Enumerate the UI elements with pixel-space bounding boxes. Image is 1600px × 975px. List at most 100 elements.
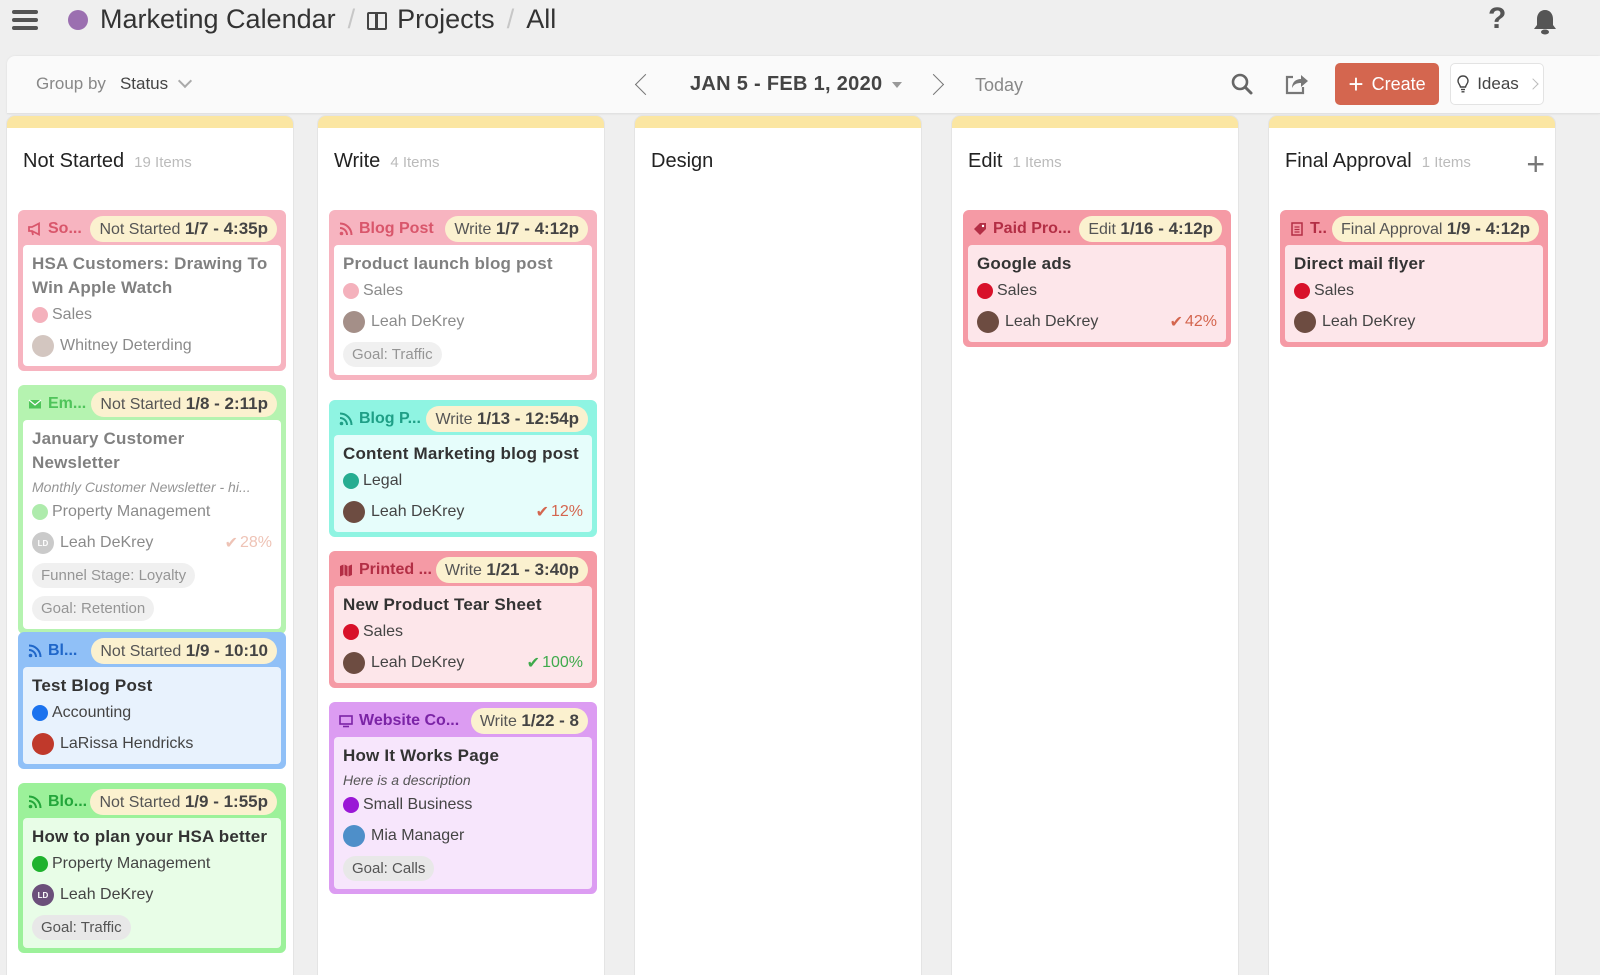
avatar: [343, 501, 365, 523]
attribute-pill[interactable]: Goal: Traffic: [343, 342, 442, 367]
content-card[interactable]: Bl... Not Started 1/9 - 10:10 Test Blog Po…: [18, 632, 286, 769]
breadcrumb-all[interactable]: All: [526, 4, 556, 35]
category-dot-icon: [32, 856, 48, 872]
date-range-picker[interactable]: JAN 5 - FEB 1, 2020: [690, 73, 903, 96]
content-card[interactable]: So... Not Started 1/7 - 4:35p HSA Customer…: [18, 210, 286, 371]
column-item-count: 1 Items: [1012, 154, 1062, 171]
content-card[interactable]: Printed ... Write 1/21 - 3:40p New Product…: [329, 551, 597, 688]
status-date-badge: Not Started 1/9 - 10:10: [91, 638, 277, 664]
card-header: Paid Pro... Edit 1/16 - 4:12p: [966, 213, 1228, 245]
card-title: HSA Customers: Drawing To Win Apple Watc…: [32, 254, 268, 297]
status-label: Write: [454, 221, 492, 238]
category-label: Sales: [997, 282, 1038, 299]
content-card[interactable]: Blog Post Write 1/7 - 4:12p Product launch…: [329, 210, 597, 380]
category-dot-icon: [343, 624, 359, 640]
card-body: Direct mail flyer Sales Leah DeKrey: [1285, 245, 1543, 342]
today-button[interactable]: Today: [975, 75, 1023, 96]
avatar: [343, 825, 365, 847]
progress-value: 12%: [550, 503, 583, 520]
card-content-type: So...: [28, 220, 82, 238]
rss-icon: [28, 644, 42, 658]
card-title: Content Marketing blog post: [343, 444, 579, 463]
assignee-row: LD Leah DeKrey: [32, 883, 272, 907]
column-title: Edit: [968, 150, 1003, 172]
card-title: Direct mail flyer: [1294, 254, 1425, 273]
content-card[interactable]: Em... Not Started 1/8 - 2:11p January Cust…: [18, 385, 286, 634]
tag-icon: [974, 223, 986, 235]
create-label: Create: [1371, 73, 1426, 94]
card-header: T.. Final Approval 1/9 - 4:12p: [1283, 213, 1545, 245]
card-header: So... Not Started 1/7 - 4:35p: [21, 213, 283, 245]
progress-indicator: ✔ 100%: [527, 653, 583, 673]
breadcrumb-projects-label: Projects: [397, 4, 495, 34]
content-type-label: Blo...: [48, 793, 88, 810]
status-label: Not Started: [100, 643, 182, 660]
card-header: Blo... Not Started 1/9 - 1:55p: [21, 786, 283, 818]
breadcrumb-separator: /: [506, 4, 515, 34]
category-tag: Sales: [32, 304, 272, 326]
assignee: LaRissa Hendricks: [32, 733, 193, 755]
document-icon: [1291, 222, 1303, 236]
card-content-type: T..: [1290, 220, 1327, 238]
caret-down-icon: [892, 81, 903, 88]
bell-icon[interactable]: [1532, 8, 1558, 36]
toolbar: Group by Status JAN 5 - FEB 1, 2020 Toda…: [7, 56, 1600, 114]
create-button[interactable]: + Create: [1335, 63, 1439, 105]
attribute-pill[interactable]: Goal: Traffic: [32, 915, 131, 940]
chevron-down-icon[interactable]: [178, 73, 193, 89]
menu-icon[interactable]: [12, 10, 38, 32]
board-column: Write 4 Items Blog Post Write 1/7 - 4:12p Pr…: [318, 116, 604, 975]
content-type-label: T..: [1310, 220, 1327, 237]
status-label: Not Started: [99, 221, 181, 238]
card-title: Product launch blog post: [343, 254, 553, 273]
previous-range-button[interactable]: [632, 72, 652, 98]
breadcrumb-app-title[interactable]: Marketing Calendar: [100, 4, 336, 35]
category-dot-icon: [977, 283, 993, 299]
column-title: Design: [651, 150, 714, 172]
content-type-label: Paid Pro...: [993, 220, 1072, 237]
assignee-row: LaRissa Hendricks: [32, 732, 272, 756]
card-header: Printed ... Write 1/21 - 3:40p: [332, 554, 594, 586]
attribute-pill[interactable]: Goal: Retention: [32, 596, 155, 621]
due-date: 1/21 - 3:40p: [486, 560, 579, 579]
status-label: Edit: [1088, 221, 1116, 238]
group-by-control: Group by Status: [36, 73, 193, 94]
column-item-count: 4 Items: [390, 154, 440, 171]
map-icon: [340, 564, 352, 577]
next-range-button[interactable]: [928, 72, 948, 98]
column-header: Write 4 Items: [334, 150, 594, 173]
due-date: 1/9 - 10:10: [185, 641, 268, 660]
content-card[interactable]: Blo... Not Started 1/9 - 1:55p How to plan…: [18, 783, 286, 953]
attribute-pill[interactable]: Funnel Stage: Loyalty: [32, 563, 196, 588]
content-card[interactable]: T.. Final Approval 1/9 - 4:12p Direct mail…: [1280, 210, 1548, 347]
assignee-name: Leah DeKrey: [1322, 313, 1416, 330]
breadcrumb-projects[interactable]: Projects: [367, 4, 495, 35]
avatar: [32, 335, 54, 357]
card-title: January Customer Newsletter: [32, 429, 185, 472]
ideas-button[interactable]: Ideas: [1450, 63, 1544, 105]
content-card[interactable]: Website Co... Write 1/22 - 8 How It Works …: [329, 702, 597, 894]
rss-icon: [28, 795, 42, 809]
assignee-row: LD Leah DeKrey ✔ 28%: [32, 531, 272, 555]
content-card[interactable]: Blog P... Write 1/13 - 12:54p Content Mark…: [329, 400, 597, 537]
attribute-pill[interactable]: Goal: Calls: [343, 856, 435, 881]
search-icon[interactable]: [1230, 72, 1254, 96]
assignee-name: Leah DeKrey: [60, 534, 154, 551]
category-dot-icon: [32, 705, 48, 721]
status-label: Not Started: [99, 794, 181, 811]
add-column-icon[interactable]: +: [1526, 146, 1545, 183]
group-by-select[interactable]: Status: [120, 74, 168, 94]
category-label: Sales: [363, 623, 404, 640]
breadcrumb: Marketing Calendar / Projects / All: [100, 4, 556, 35]
checkmark-icon: ✔: [526, 655, 541, 672]
category-tag: Property Management: [32, 501, 272, 523]
share-icon[interactable]: [1283, 71, 1309, 97]
assignee-name: Leah DeKrey: [60, 886, 154, 903]
category-label: Property Management: [52, 855, 211, 872]
category-tag: Accounting: [32, 702, 272, 724]
avatar: [343, 311, 365, 333]
status-label: Write: [479, 713, 517, 730]
content-card[interactable]: Paid Pro... Edit 1/16 - 4:12p Google ads Sa…: [963, 210, 1231, 347]
content-type-label: Em...: [48, 395, 87, 412]
help-icon[interactable]: ?: [1488, 2, 1506, 36]
